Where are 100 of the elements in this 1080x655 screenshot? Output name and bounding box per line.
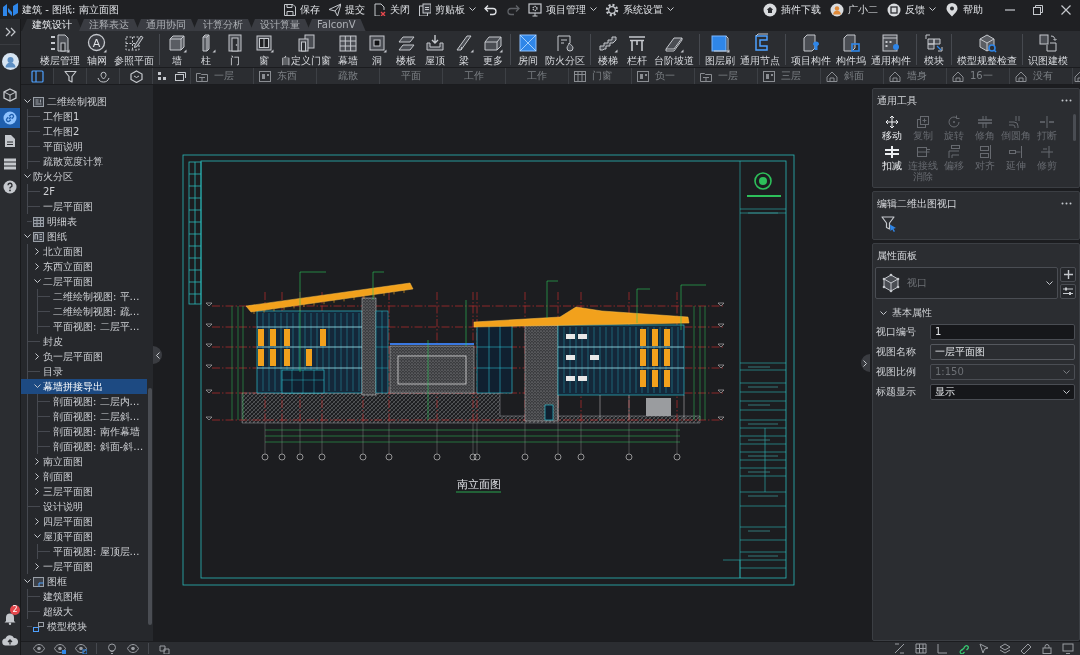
text-field[interactable]: 1 [930, 324, 1075, 340]
monitor-icon[interactable] [1062, 643, 1074, 654]
view-tab[interactable]: 斜面 [820, 68, 883, 84]
project-menu-button[interactable]: 项目管理 [528, 1, 597, 18]
collapse-left-button[interactable] [153, 346, 162, 364]
generic-component-button[interactable]: 通用构件 [870, 31, 912, 67]
drawing-caption: 南立面图 [456, 478, 501, 490]
tree-item[interactable]: 图纸 [21, 229, 147, 244]
opening-button[interactable]: 洞 [364, 31, 390, 67]
drawing-recognition-button[interactable]: 识图建模 [1027, 31, 1069, 67]
bulb-icon[interactable] [106, 643, 118, 654]
tree-item[interactable]: 幕墙拼接导出 [21, 379, 147, 394]
more-button[interactable]: 更多 [480, 31, 506, 67]
view-tab[interactable]: 三层 [757, 68, 820, 84]
move-tool[interactable]: 移动 [876, 115, 907, 141]
custom-door-window-button[interactable]: 自定义门窗 [280, 31, 332, 67]
tree-item[interactable]: 图框 [21, 574, 147, 589]
select-field[interactable]: 显示 [930, 384, 1075, 400]
grid-icon[interactable] [915, 643, 927, 654]
cube-link-icon[interactable] [158, 643, 170, 654]
section-toggle[interactable]: 基本属性 [880, 307, 932, 319]
view-tab[interactable]: 平面 [379, 68, 442, 84]
view-tab[interactable]: 工作 [505, 68, 568, 84]
scrollbar[interactable] [148, 388, 152, 625]
view-tab[interactable]: 工作 [442, 68, 505, 84]
view-tab[interactable]: 疏散 [316, 68, 379, 84]
room-button[interactable]: 房间 [515, 31, 541, 67]
help-button[interactable]: 帮助 [945, 1, 983, 18]
lock-icon[interactable] [1041, 643, 1053, 654]
frame-icon [33, 576, 44, 587]
link-icon[interactable] [957, 643, 969, 654]
view-tab[interactable]: 门窗 [568, 68, 631, 84]
filter-button[interactable] [881, 216, 897, 233]
elevation-sheet-icon [763, 70, 775, 82]
steps-ramp-button[interactable]: 台阶坡道 [653, 31, 695, 67]
ribbon-tab[interactable]: 建筑设计 [22, 19, 82, 31]
offset-icon [945, 145, 962, 159]
window-button[interactable]: 窗 [251, 31, 277, 67]
ribbon-tab[interactable]: FalconV [307, 19, 366, 31]
fire-zone-button[interactable]: 防火分区 [544, 31, 586, 67]
project-component-button[interactable]: 项目构件 [790, 31, 832, 67]
tree-item[interactable]: 防火分区 [21, 169, 147, 184]
more-icon[interactable] [1061, 202, 1072, 205]
snap-icon[interactable] [894, 643, 906, 654]
plugin-download-button[interactable]: 插件下载 [763, 1, 821, 18]
stairs-button[interactable]: 楼梯 [595, 31, 621, 67]
tree-item[interactable]: 明细表 [21, 214, 147, 229]
restore-icon [1033, 4, 1043, 15]
roof-button[interactable]: 屋顶 [422, 31, 448, 67]
avatar-icon[interactable] [1, 53, 19, 70]
view-tab[interactable]: 没有 [1009, 68, 1072, 84]
ribbon-tab[interactable]: 注释表达 [79, 19, 139, 31]
view-tab[interactable]: 东西 [253, 68, 316, 84]
collapse-right-button[interactable] [861, 354, 870, 372]
wall-button[interactable]: 墙 [164, 31, 190, 67]
beam-button[interactable]: 梁 [451, 31, 477, 67]
floors-button[interactable]: 楼层管理 [39, 31, 81, 67]
scrollbar[interactable] [1073, 114, 1076, 141]
eye-icon[interactable] [33, 643, 45, 654]
type-settings-button[interactable] [1060, 284, 1076, 299]
text-field[interactable]: 一层平面图 [930, 344, 1075, 360]
eye-icon[interactable] [127, 643, 139, 654]
clipboard-button[interactable]: 剪贴板 [418, 1, 476, 18]
add-button[interactable] [1060, 267, 1076, 282]
eye-filter-icon[interactable] [54, 643, 66, 654]
sheet-icon [33, 231, 44, 242]
view-tab[interactable] [1072, 68, 1080, 84]
tree-item[interactable]: 模型模块 [21, 619, 147, 634]
generic-node-button[interactable]: 通用节点 [739, 31, 781, 67]
layers-icon[interactable] [999, 643, 1011, 654]
view-tab[interactable]: 墙身 [883, 68, 946, 84]
railing-button[interactable]: 栏杆 [624, 31, 650, 67]
component-dock-button[interactable]: 构件坞 [835, 31, 867, 67]
settings-menu-button[interactable]: 系统设置 [605, 1, 674, 18]
ruler-icon[interactable] [1020, 643, 1032, 654]
column-button[interactable]: 柱 [193, 31, 219, 67]
more-icon[interactable] [1061, 99, 1072, 102]
slab-button[interactable]: 楼板 [393, 31, 419, 67]
link-nav-button[interactable] [0, 108, 20, 128]
tree-item[interactable]: 二维绘制视图 [21, 94, 147, 109]
close-document-button[interactable]: 关闭 [373, 1, 410, 18]
copy-icon [914, 115, 931, 129]
cursor-icon[interactable] [978, 643, 990, 654]
user-button[interactable]: 广小二 [830, 1, 878, 18]
model-check-button[interactable]: 模型规整检查 [956, 31, 1018, 67]
ribbon-tab[interactable]: 通用协同 [136, 19, 196, 31]
module-button[interactable]: 模块 [921, 31, 947, 67]
subtract-tool[interactable]: 扣减 [876, 145, 907, 171]
ribbon-tab[interactable]: 设计算量 [250, 19, 310, 31]
reference-plane-button[interactable]: 参照平面 [113, 31, 155, 67]
curtain-wall-button[interactable]: 幕墙 [335, 31, 361, 67]
save-button[interactable]: 保存 [283, 1, 320, 18]
chevron-left-icon [155, 351, 160, 359]
submit-button[interactable]: 提交 [328, 1, 365, 18]
feedback-button[interactable]: 反馈 [887, 1, 936, 18]
ribbon-tab[interactable]: 计算分析 [193, 19, 253, 31]
axis-grid-button[interactable]: A 轴网 [84, 31, 110, 67]
eye-layers-icon[interactable] [75, 643, 87, 654]
door-button[interactable]: 门 [222, 31, 248, 67]
layer-brush-button[interactable]: 图层刷 [704, 31, 736, 67]
